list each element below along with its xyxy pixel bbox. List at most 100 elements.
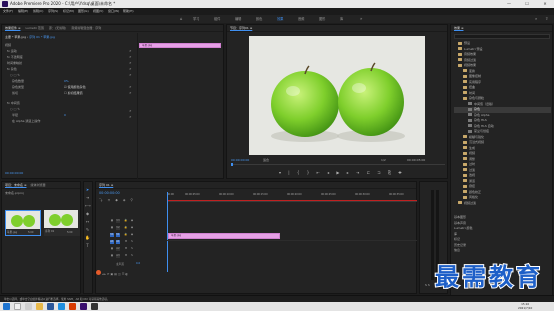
workspace-learn[interactable]: 学习 xyxy=(193,15,199,23)
effects-search-input[interactable] xyxy=(454,34,550,39)
track-toggle-icon[interactable]: ▣ xyxy=(110,219,114,223)
tab-source[interactable]: 源：(无剪辑) xyxy=(49,26,66,30)
median-effect[interactable]: fx 中间值 xyxy=(7,101,20,105)
effect-mask-icons[interactable]: ○ □ ✎ xyxy=(10,73,20,77)
track-a3-label[interactable]: A3 xyxy=(116,254,120,258)
lock-icon[interactable]: 🔒 xyxy=(124,226,128,230)
menu-edit[interactable]: 编辑(E) xyxy=(18,8,28,15)
program-timecode[interactable]: 00:00:00:00 xyxy=(231,158,249,162)
search-icon[interactable]: ⌕ xyxy=(535,16,537,21)
windows-start-icon[interactable] xyxy=(3,303,10,310)
track-v1-label[interactable]: V1 xyxy=(116,233,120,237)
fit-dropdown[interactable]: 适合 xyxy=(263,158,269,162)
app-icon[interactable] xyxy=(91,303,98,310)
track-toggle-icon[interactable]: V1 xyxy=(110,233,114,237)
tab-effect-controls[interactable]: 效果控件 ≡ xyxy=(5,26,20,30)
track-toggle-icon[interactable]: ▣ xyxy=(110,226,114,230)
tab-project[interactable]: 项目：未命名 ≡ xyxy=(5,183,26,187)
project-item-apple[interactable]: 苹果.jpg xyxy=(5,210,41,236)
tab-media-browser[interactable]: 媒体浏览器 xyxy=(30,183,45,187)
playhead-icon[interactable] xyxy=(231,163,233,166)
tab-sequence[interactable]: 序列 01 ≡ xyxy=(99,183,113,187)
workspace-editing[interactable]: 编辑 xyxy=(235,15,241,23)
reset-icons-column[interactable]: ↺ ↺ ↺ ↺ ↺ ↺ ↺ ↺ ↺ xyxy=(129,48,132,120)
pen-tool-icon[interactable]: ✎ xyxy=(85,227,90,232)
workspace-effects[interactable]: 效果 xyxy=(277,15,283,23)
project-item-sequence[interactable]: 序列 01 xyxy=(44,210,80,236)
resolution-dropdown[interactable]: 1/2 xyxy=(381,158,386,162)
work-area-bar[interactable] xyxy=(167,200,417,201)
eye-icon[interactable]: ◉ xyxy=(130,233,134,237)
more-workspaces-icon[interactable]: » xyxy=(360,16,362,21)
menu-view[interactable]: 视图(V) xyxy=(93,8,103,15)
minimize-button[interactable]: — xyxy=(500,0,518,8)
radius-value[interactable]: 0 xyxy=(64,113,66,117)
clipping-checkbox[interactable]: ☐ 剪切结果值 xyxy=(64,91,83,95)
menu-graphics[interactable]: 图形(G) xyxy=(78,8,89,15)
close-button[interactable]: ✕ xyxy=(536,0,554,8)
workspace-assembly[interactable]: 组件 xyxy=(214,15,220,23)
timeline-timecode[interactable]: 00:00:00:00 xyxy=(99,191,120,195)
taskbar-clock[interactable]: 15:10 2021/7/10 xyxy=(518,302,532,310)
lock-icon[interactable]: 🔒 xyxy=(124,233,128,237)
solo-icon[interactable]: S xyxy=(130,247,134,251)
lock-icon[interactable]: 🔒 xyxy=(124,219,128,223)
mini-timeline-clip[interactable]: 苹果.jpg xyxy=(139,43,221,48)
track-a1-label[interactable]: A1 xyxy=(116,240,120,244)
share-icon[interactable]: ⇪ xyxy=(545,16,548,21)
menu-clip[interactable]: 剪辑(C) xyxy=(33,8,43,15)
playhead-line[interactable] xyxy=(167,192,168,272)
opacity-effect[interactable]: fx 不透明度 xyxy=(7,55,23,59)
mute-icon[interactable]: M xyxy=(124,254,128,258)
workspace-color[interactable]: 颜色 xyxy=(256,15,262,23)
eye-icon[interactable]: ◉ xyxy=(130,226,134,230)
tab-program-monitor[interactable]: 节目：序列01 ≡ xyxy=(230,26,252,30)
home-icon[interactable]: ⌂ xyxy=(180,16,186,22)
track-toggle-icon[interactable]: ▣ xyxy=(110,254,114,258)
menu-sequence[interactable]: 序列(S) xyxy=(48,8,58,15)
track-a2-label[interactable]: A2 xyxy=(116,247,120,251)
master-track-value[interactable]: 0.0 xyxy=(136,262,140,265)
menu-help[interactable]: 帮助(H) xyxy=(123,8,134,15)
menu-marker[interactable]: 标记(M) xyxy=(63,8,74,15)
premiere-taskbar-icon[interactable] xyxy=(80,303,87,310)
file-explorer-icon[interactable] xyxy=(36,303,43,310)
track-select-tool-icon[interactable]: ⇥ xyxy=(85,195,90,200)
track-toggle-icon[interactable]: ▣ xyxy=(110,247,114,251)
razor-tool-icon[interactable]: ◆ xyxy=(85,211,90,216)
solo-icon[interactable]: S xyxy=(130,254,134,258)
maximize-button[interactable]: ☐ xyxy=(518,0,536,8)
workspace-graphics[interactable]: 图形 xyxy=(319,15,325,23)
type-tool-icon[interactable]: T xyxy=(85,243,90,248)
track-toggle-icon[interactable]: A1 xyxy=(110,240,114,244)
solo-icon[interactable]: S xyxy=(130,240,134,244)
hand-tool-icon[interactable]: ✋ xyxy=(85,235,90,240)
tab-audio-mixer[interactable]: 音频剪辑混合器：序列 xyxy=(71,26,101,30)
tab-lumetri-scopes[interactable]: Lumetri 范围 xyxy=(25,26,44,30)
effect-controls-timecode[interactable]: 00:00:00:00 xyxy=(5,171,23,175)
mute-icon[interactable]: M xyxy=(124,247,128,251)
time-ruler[interactable]: 00:00 00:00:05:00 00:00:10:00 00:00:15:0… xyxy=(167,192,417,202)
workspace-libraries[interactable]: 库 xyxy=(340,15,343,23)
noise-type-checkbox[interactable]: ☑ 使用颜色杂色 xyxy=(64,85,86,89)
timeline-clip[interactable]: 苹果.jpg xyxy=(168,233,280,239)
timeline-bottom-controls[interactable]: ◂ ▸ ⟳ ▣ ▤ ◫ ☰ ◐ xyxy=(96,270,156,276)
slip-tool-icon[interactable]: ↔ xyxy=(85,219,90,224)
program-scrubber[interactable] xyxy=(231,164,445,165)
browser-icon[interactable] xyxy=(58,303,65,310)
time-remap-effect[interactable]: 时间重映射 xyxy=(7,61,22,65)
ripple-edit-tool-icon[interactable]: ⟷ xyxy=(85,203,91,208)
mute-icon[interactable]: M xyxy=(124,240,128,244)
selection-tool-icon[interactable]: ➤ xyxy=(85,187,90,192)
median-mask-icons[interactable]: ○ □ ✎ xyxy=(10,107,20,111)
workspace-audio[interactable]: 音频 xyxy=(298,15,304,23)
track-v3-label[interactable]: V3 xyxy=(116,219,120,223)
transport-controls[interactable]: ▾ | { } ⇤ ◂ ▶ ▸ ⇥ ⊏ ⊐ ⎘ ✚ xyxy=(279,170,405,175)
motion-effect[interactable]: fx 运动 xyxy=(7,49,17,53)
word-icon[interactable] xyxy=(47,303,54,310)
timeline-tools[interactable]: ⤵ ⊓ ◆ ◈ ⚲ xyxy=(99,197,135,202)
tree-video-transitions[interactable]: 视频过渡 xyxy=(454,201,551,207)
task-view-icon[interactable] xyxy=(25,303,32,310)
track-v2-label[interactable]: V2 xyxy=(116,226,120,230)
eye-icon[interactable]: ◉ xyxy=(130,219,134,223)
